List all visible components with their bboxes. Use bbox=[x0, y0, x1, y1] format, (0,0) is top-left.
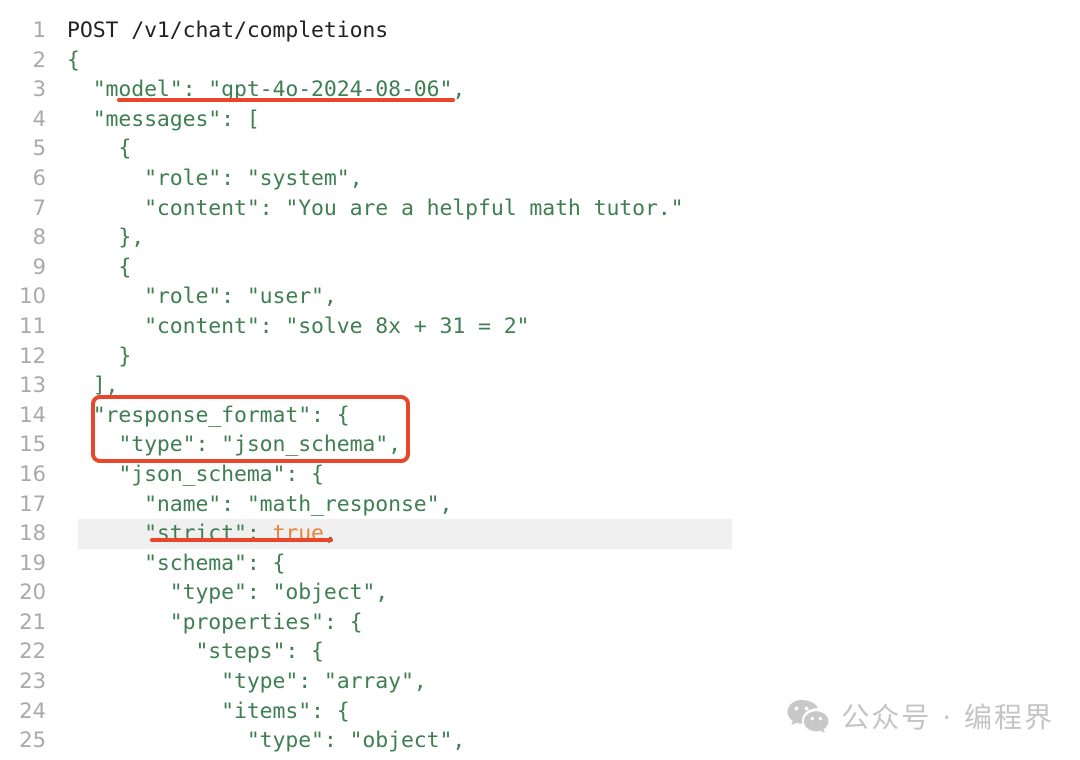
code-line-text: "type": "object", bbox=[67, 580, 389, 606]
code-line-text: "type": "object", bbox=[67, 728, 466, 754]
code-line: 9 { bbox=[0, 253, 1080, 283]
code-line: 19 "schema": { bbox=[0, 549, 1080, 579]
code-line-text: "items": { bbox=[67, 698, 350, 724]
code-line-text: { bbox=[67, 136, 132, 162]
code-line-text: "type": "json_schema", bbox=[67, 432, 401, 458]
line-number: 14 bbox=[19, 402, 46, 427]
code-line: 2{ bbox=[0, 46, 1080, 76]
code-line: 15 "type": "json_schema", bbox=[0, 430, 1080, 460]
code-line: 17 "name": "math_response", bbox=[0, 490, 1080, 520]
code-line-text: ], bbox=[67, 373, 119, 399]
code-line: 16 "json_schema": { bbox=[0, 460, 1080, 490]
code-line: 10 "role": "user", bbox=[0, 282, 1080, 312]
code-line: 5 { bbox=[0, 134, 1080, 164]
line-number: 21 bbox=[19, 609, 46, 634]
line-number: 1 bbox=[32, 18, 46, 42]
line-number: 23 bbox=[19, 669, 46, 694]
line-number: 3 bbox=[32, 77, 46, 102]
code-line-text: { bbox=[67, 254, 132, 280]
code-line: 4 "messages": [ bbox=[0, 105, 1080, 135]
annotation-underline-strict bbox=[150, 538, 333, 542]
line-number: 22 bbox=[19, 639, 46, 664]
code-line: 26 "properties": { bbox=[0, 756, 1080, 760]
code-line: 21 "properties": { bbox=[0, 608, 1080, 638]
code-token: , bbox=[323, 521, 337, 547]
line-number: 4 bbox=[32, 106, 46, 131]
line-number: 19 bbox=[19, 550, 46, 575]
code-line: 7 "content": "You are a helpful math tut… bbox=[0, 194, 1080, 224]
line-number: 17 bbox=[19, 491, 46, 516]
line-number: 5 bbox=[32, 136, 46, 161]
code-line-text: "properties": { bbox=[67, 609, 363, 635]
code-line: 22 "steps": { bbox=[0, 637, 1080, 667]
line-number: 25 bbox=[19, 728, 46, 753]
line-number: 15 bbox=[19, 432, 46, 457]
code-line-text: "role": "system", bbox=[67, 165, 363, 191]
code-line: 12 } bbox=[0, 342, 1080, 372]
code-line: 8 }, bbox=[0, 223, 1080, 253]
line-number: 7 bbox=[32, 195, 46, 220]
code-line-text: } bbox=[67, 343, 132, 369]
code-token: "strict": bbox=[67, 521, 273, 547]
line-number: 9 bbox=[32, 254, 46, 279]
line-number: 18 bbox=[19, 521, 46, 546]
code-line-text: POST /v1/chat/completions bbox=[67, 18, 389, 43]
line-number: 13 bbox=[19, 373, 46, 398]
code-line: 6 "role": "system", bbox=[0, 164, 1080, 194]
line-number: 10 bbox=[19, 284, 46, 309]
line-number: 20 bbox=[19, 580, 46, 605]
line-number: 2 bbox=[32, 47, 46, 72]
line-number: 12 bbox=[19, 343, 46, 368]
code-line-text: "content": "You are a helpful math tutor… bbox=[67, 195, 684, 221]
code-line-text: "messages": [ bbox=[67, 106, 260, 132]
code-line: 20 "type": "object", bbox=[0, 578, 1080, 608]
code-line-text: "response_format": { bbox=[67, 402, 350, 428]
code-line-text: "properties": { bbox=[46, 756, 440, 760]
code-line-text: "schema": { bbox=[67, 550, 286, 576]
code-line: 23 "type": "array", bbox=[0, 667, 1080, 697]
code-line-text: "content": "solve 8x + 31 = 2" bbox=[67, 313, 530, 339]
code-token-boolean: true bbox=[272, 521, 324, 547]
code-line-text: "strict": true, bbox=[46, 519, 337, 549]
line-number: 26 bbox=[0, 756, 46, 760]
watermark: 公众号 · 编程界 bbox=[786, 696, 1054, 736]
line-number: 11 bbox=[19, 313, 46, 338]
code-line-text: }, bbox=[67, 225, 145, 251]
wechat-icon bbox=[786, 698, 830, 734]
code-line-text: "steps": { bbox=[67, 639, 324, 665]
code-line-text: "json_schema": { bbox=[67, 461, 324, 487]
code-screenshot: 1 POST /v1/chat/completions 2{3 "model": "… bbox=[0, 0, 1080, 760]
code-line: 1 POST /v1/chat/completions bbox=[0, 16, 1080, 46]
code-line: 18 "strict": true, bbox=[0, 519, 1080, 549]
line-number: 24 bbox=[19, 698, 46, 723]
code-line: 11 "content": "solve 8x + 31 = 2" bbox=[0, 312, 1080, 342]
code-line-text: { bbox=[67, 47, 80, 73]
code-listing: 1 POST /v1/chat/completions 2{3 "model": "… bbox=[0, 0, 1080, 760]
line-number: 8 bbox=[32, 225, 46, 250]
line-number: 16 bbox=[19, 461, 46, 486]
line-number: 6 bbox=[32, 165, 46, 190]
code-line-text: "role": "user", bbox=[67, 284, 337, 310]
code-line: 13 ], bbox=[0, 371, 1080, 401]
code-line: 14 "response_format": { bbox=[0, 401, 1080, 431]
code-line-text: "type": "array", bbox=[67, 669, 427, 695]
watermark-text: 公众号 · 编程界 bbox=[841, 701, 1054, 734]
annotation-underline-model bbox=[117, 98, 455, 102]
code-line-text: "name": "math_response", bbox=[67, 491, 453, 517]
